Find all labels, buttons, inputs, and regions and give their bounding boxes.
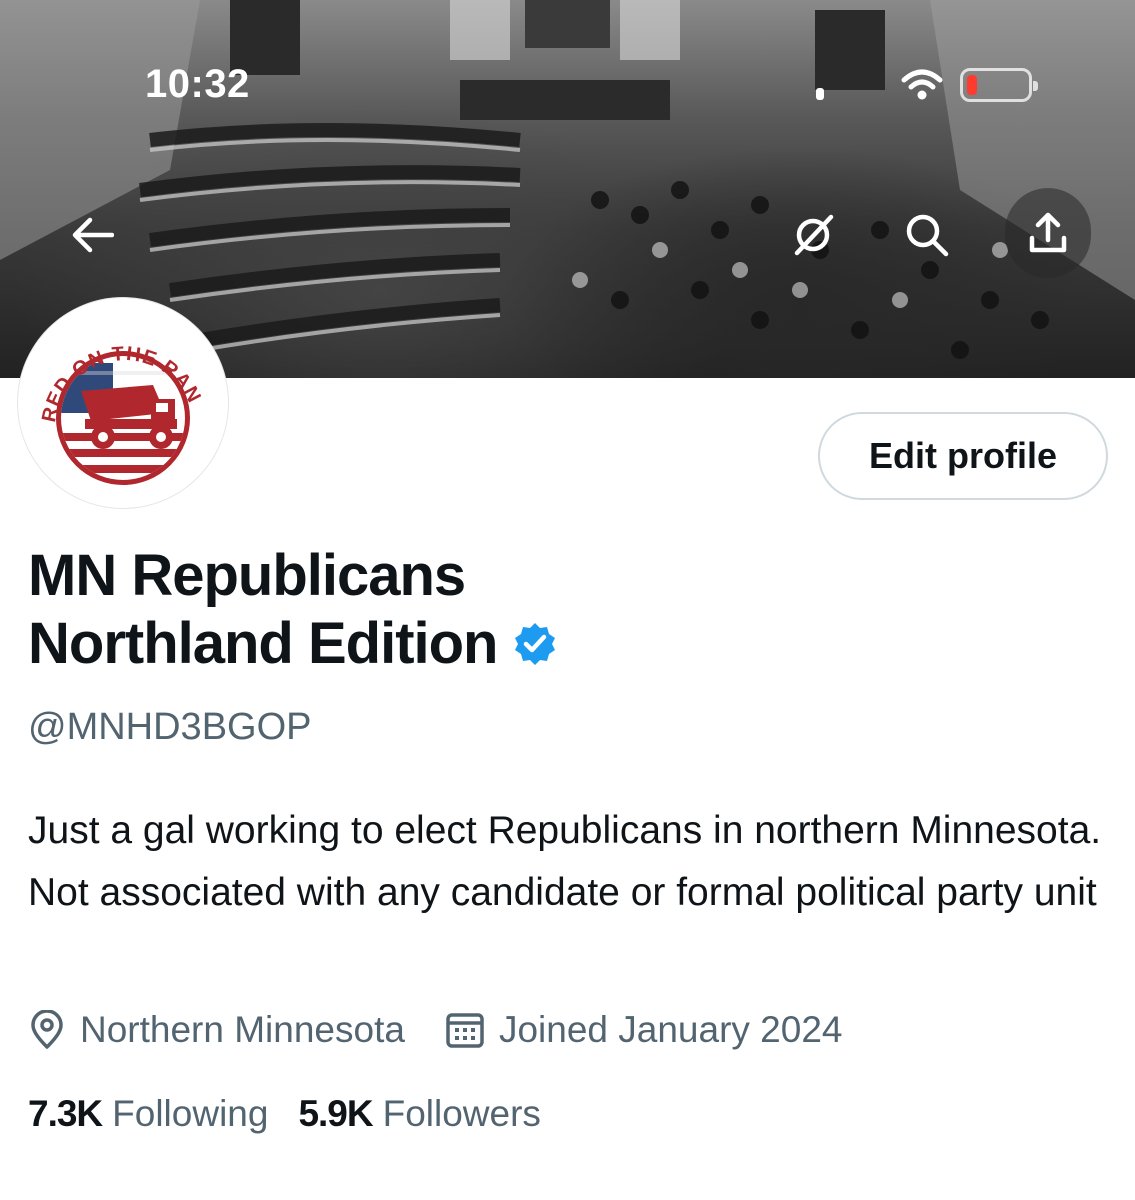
- profile-name-line2: Northland Edition: [28, 611, 498, 676]
- share-button[interactable]: [1005, 188, 1091, 278]
- wifi-icon: [901, 69, 943, 100]
- profile-name-line1: MN Republicans: [28, 543, 466, 608]
- arrow-left-icon: [72, 217, 114, 253]
- profile-avatar[interactable]: RED ON THE RANGE: [18, 298, 228, 508]
- location-pin-icon: [28, 1010, 66, 1050]
- joined-text: Joined January 2024: [498, 1009, 843, 1050]
- status-indicators: [812, 66, 1042, 106]
- signal-icon: [816, 88, 824, 100]
- search-button[interactable]: [892, 200, 962, 270]
- back-button[interactable]: [58, 200, 128, 270]
- following-count: 7.3K: [28, 1093, 103, 1134]
- edit-profile-button[interactable]: Edit profile: [818, 412, 1108, 500]
- grok-button[interactable]: [778, 200, 848, 270]
- location-item: Northern Minnesota: [28, 1009, 405, 1051]
- followers-count: 5.9K: [298, 1093, 373, 1134]
- followers-label: Followers: [382, 1093, 541, 1134]
- profile-meta: Northern Minnesota Joined January 2024: [28, 1002, 843, 1058]
- grok-icon: [794, 214, 834, 256]
- joined-item: Joined January 2024: [445, 1009, 843, 1051]
- follow-stats: 7.3K Following 5.9K Followers: [28, 1086, 541, 1142]
- verified-badge-icon[interactable]: [512, 621, 558, 667]
- battery-icon: [960, 68, 1038, 102]
- share-icon: [1029, 212, 1067, 253]
- calendar-icon: [445, 1010, 485, 1050]
- status-time: 10:32: [145, 62, 250, 106]
- location-text: Northern Minnesota: [80, 1009, 405, 1050]
- following-link[interactable]: 7.3K Following: [28, 1093, 268, 1135]
- red-on-the-range-logo: RED ON THE RANGE: [33, 313, 204, 485]
- profile-bio: Just a gal working to elect Republicans …: [28, 809, 1102, 914]
- profile-handle: @MNHD3BGOP: [28, 706, 312, 748]
- profile-name: MN Republicans Northland Edition: [28, 542, 788, 678]
- followers-link[interactable]: 5.9K Followers: [298, 1093, 540, 1135]
- battery-level: [967, 75, 977, 95]
- search-icon: [906, 214, 949, 257]
- following-label: Following: [112, 1093, 269, 1134]
